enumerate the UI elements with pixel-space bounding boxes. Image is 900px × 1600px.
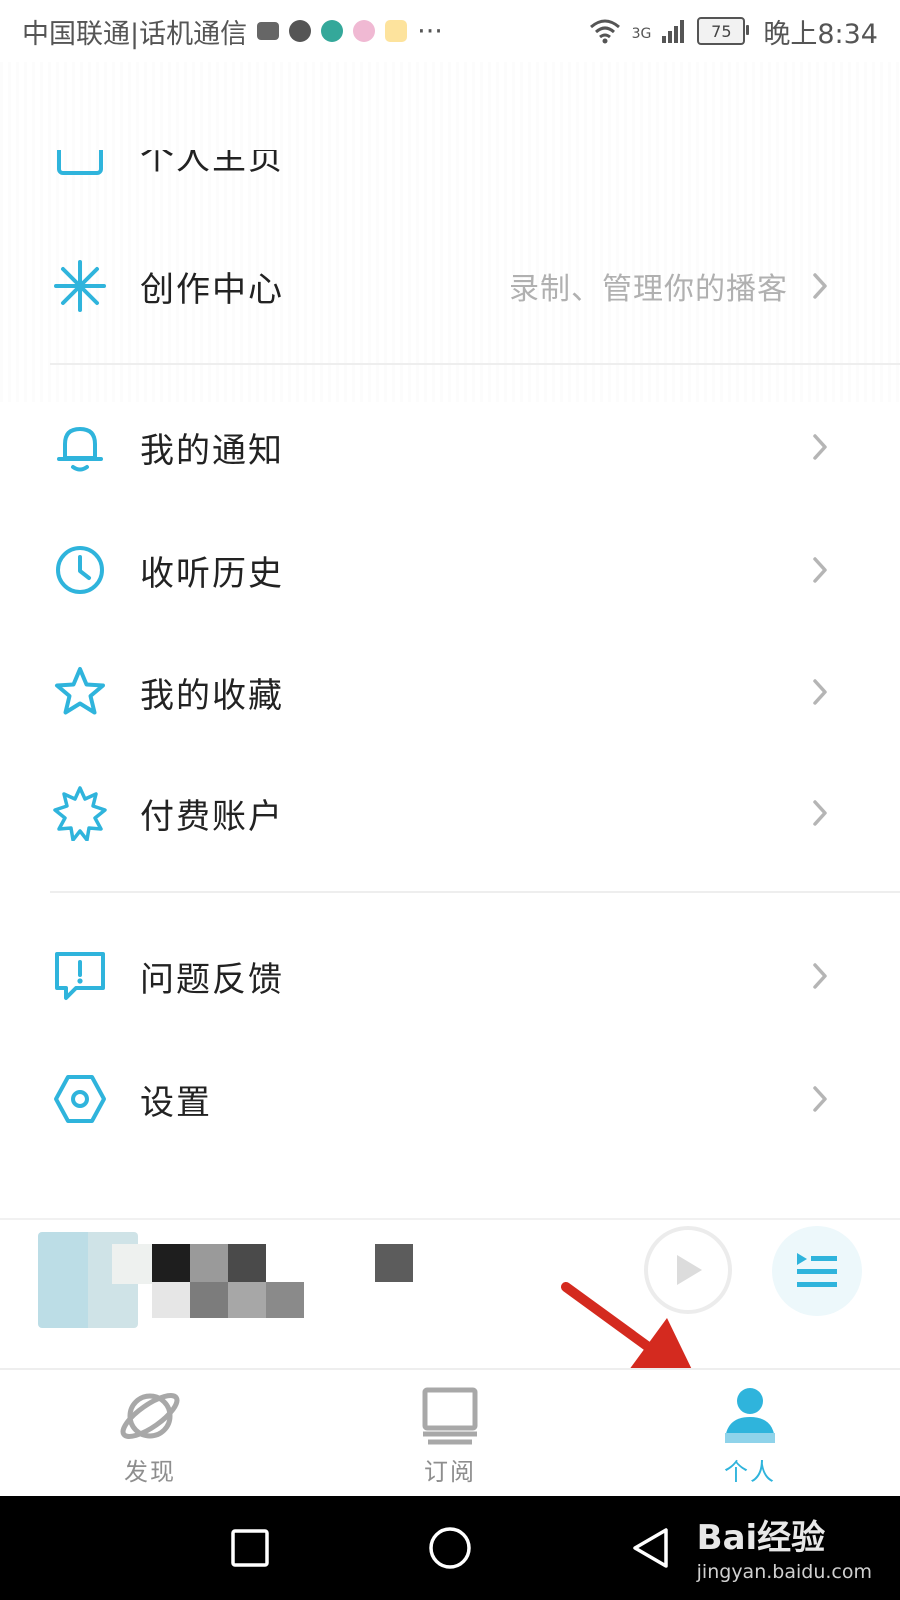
chevron-right-icon <box>806 556 834 584</box>
pixelated-block <box>112 1244 152 1284</box>
menu-item-notifications[interactable]: 我的通知 <box>0 397 900 497</box>
notification-app2-icon <box>353 20 376 42</box>
menu-item-paid-account[interactable]: 付费账户 <box>0 763 900 863</box>
chevron-right-icon <box>806 799 834 827</box>
clock-icon <box>52 542 108 598</box>
chevron-right-icon <box>806 962 834 990</box>
profile-label: 个人主页 <box>140 150 284 178</box>
notification-chat-icon <box>289 20 312 42</box>
menu-item-create-center[interactable]: 创作中心 录制、管理你的播客 <box>0 236 900 336</box>
baidu-jingyan-watermark: Bai经验 jingyan.baidu.com <box>697 1510 872 1583</box>
pixelated-block <box>228 1244 266 1282</box>
paid-account-label: 付费账户 <box>140 796 284 837</box>
back-button[interactable] <box>624 1522 676 1574</box>
mini-player[interactable] <box>0 1218 900 1370</box>
bottom-tab-bar: 发现 订阅 个人 <box>0 1368 900 1498</box>
more-notifications-icon: ··· <box>417 15 443 47</box>
carrier-text: 中国联通|话机通信 <box>22 18 248 50</box>
pixelated-block <box>152 1244 190 1282</box>
create-center-label: 创作中心 <box>140 269 284 310</box>
watermark-brand: Bai经验 <box>696 1518 826 1558</box>
bell-icon <box>52 419 108 475</box>
profile-card-icon <box>57 150 103 175</box>
monitor-icon <box>415 1384 485 1448</box>
playlist-icon <box>797 1253 837 1287</box>
circle-icon <box>429 1527 471 1569</box>
planet-icon <box>115 1384 185 1448</box>
section-divider <box>50 363 900 365</box>
notification-app3-icon <box>385 20 408 42</box>
now-playing-info <box>112 1244 422 1324</box>
play-button[interactable] <box>644 1226 732 1314</box>
menu-item-settings[interactable]: 设置 <box>0 1049 900 1149</box>
scroll-fade-overlay <box>0 62 900 402</box>
chevron-right-icon <box>806 1085 834 1113</box>
pixelated-block <box>228 1282 266 1318</box>
chevron-right-icon <box>806 433 834 461</box>
menu-item-profile-partial[interactable]: 个人主页 <box>0 150 900 186</box>
person-icon <box>715 1384 785 1448</box>
system-nav-bar: Bai经验 jingyan.baidu.com <box>0 1496 900 1600</box>
pixelated-block <box>190 1244 228 1282</box>
network-type: 3G <box>631 25 652 42</box>
clock-text: 晚上8:34 <box>763 18 878 50</box>
watermark-url: jingyan.baidu.com <box>696 1561 872 1583</box>
tab-subscribe[interactable]: 订阅 <box>300 1370 600 1498</box>
chevron-right-icon <box>806 678 834 706</box>
triangle-back-icon <box>633 1528 668 1568</box>
asterisk-icon <box>52 258 108 314</box>
favorites-label: 我的收藏 <box>140 675 284 716</box>
settings-label: 设置 <box>140 1082 212 1123</box>
hexagon-settings-icon <box>52 1071 108 1127</box>
menu-item-history[interactable]: 收听历史 <box>0 520 900 620</box>
tab-discover-label: 发现 <box>124 1458 176 1486</box>
pixelated-block <box>266 1282 304 1318</box>
status-right: 3G 75 晚上8:34 <box>588 12 878 51</box>
home-button[interactable] <box>424 1522 476 1574</box>
tab-subscribe-label: 订阅 <box>424 1458 476 1486</box>
pixelated-block <box>152 1282 190 1318</box>
notifications-label: 我的通知 <box>140 430 284 471</box>
battery-icon: 75 <box>697 17 750 45</box>
play-icon <box>677 1255 702 1285</box>
playlist-button[interactable] <box>772 1226 862 1316</box>
badge-star-icon <box>52 785 108 841</box>
tab-discover[interactable]: 发现 <box>0 1370 300 1498</box>
tab-profile-label: 个人 <box>724 1458 776 1486</box>
notification-car-icon <box>257 22 280 40</box>
menu-item-feedback[interactable]: 问题反馈 <box>0 926 900 1026</box>
chevron-right-icon <box>806 272 834 300</box>
pixelated-block <box>190 1282 228 1318</box>
create-center-hint: 录制、管理你的播客 <box>509 272 788 307</box>
square-icon <box>231 1529 269 1567</box>
wifi-icon <box>589 19 620 44</box>
section-divider <box>50 891 900 893</box>
signal-icon <box>662 20 685 43</box>
menu-item-favorites[interactable]: 我的收藏 <box>0 642 900 742</box>
notification-app-icon <box>321 20 344 42</box>
feedback-icon <box>52 948 108 1004</box>
status-left: 中国联通|话机通信 ··· <box>22 12 443 51</box>
history-label: 收听历史 <box>140 553 284 594</box>
pixelated-block <box>375 1244 413 1282</box>
feedback-label: 问题反馈 <box>140 959 284 1000</box>
recents-button[interactable] <box>224 1522 276 1574</box>
star-icon <box>52 664 108 720</box>
status-bar: 中国联通|话机通信 ··· 3G 75 晚上8:34 <box>0 0 900 62</box>
tab-profile[interactable]: 个人 <box>600 1370 900 1498</box>
